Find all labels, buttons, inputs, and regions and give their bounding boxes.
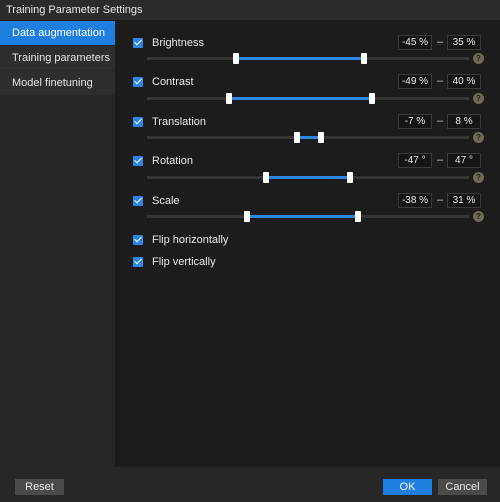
settings-panel: Brightness -45 % – 35 % ? Contrast -49 %…: [115, 21, 500, 467]
range-dash: –: [436, 154, 444, 166]
scale-max-input[interactable]: 31 %: [447, 193, 481, 208]
translation-max-input[interactable]: 8 %: [447, 114, 481, 129]
ok-button[interactable]: OK: [383, 479, 432, 495]
help-icon[interactable]: ?: [473, 172, 484, 183]
sidebar: Data augmentation Training parameters Mo…: [0, 21, 115, 467]
slider-max-handle[interactable]: [347, 172, 354, 183]
contrast-checkbox[interactable]: [133, 77, 143, 87]
brightness-label: Brightness: [152, 37, 204, 49]
rotation-max-input[interactable]: 47 °: [447, 153, 481, 168]
contrast-min-input[interactable]: -49 %: [398, 74, 432, 89]
scale-checkbox[interactable]: [133, 196, 143, 206]
slider-max-handle[interactable]: [354, 211, 361, 222]
contrast-max-input[interactable]: 40 %: [447, 74, 481, 89]
brightness-max-input[interactable]: 35 %: [447, 35, 481, 50]
window-title: Training Parameter Settings: [0, 0, 500, 21]
slider-min-handle[interactable]: [262, 172, 269, 183]
brightness-range-slider[interactable]: [147, 53, 469, 64]
contrast-range-slider[interactable]: [147, 93, 469, 104]
range-dash: –: [436, 75, 444, 87]
sidebar-item-training-parameters[interactable]: Training parameters: [0, 46, 115, 71]
sidebar-item-data-augmentation[interactable]: Data augmentation: [0, 21, 115, 46]
help-icon[interactable]: ?: [473, 53, 484, 64]
flip-horizontally-label: Flip horizontally: [152, 234, 229, 246]
rotation-checkbox[interactable]: [133, 156, 143, 166]
flip-vertically-checkbox[interactable]: [133, 257, 143, 267]
translation-checkbox[interactable]: [133, 117, 143, 127]
scale-label: Scale: [152, 195, 180, 207]
dialog-footer: Reset OK Cancel: [0, 467, 500, 502]
translation-label: Translation: [152, 116, 207, 128]
slider-fill: [229, 97, 373, 100]
sidebar-item-model-finetuning[interactable]: Model finetuning: [0, 71, 115, 96]
brightness-checkbox[interactable]: [133, 38, 143, 48]
range-dash: –: [436, 194, 444, 206]
translation-range-slider[interactable]: [147, 132, 469, 143]
help-icon[interactable]: ?: [473, 132, 484, 143]
scale-min-input[interactable]: -38 %: [398, 193, 432, 208]
range-dash: –: [436, 36, 444, 48]
slider-max-handle[interactable]: [369, 93, 376, 104]
rotation-label: Rotation: [152, 155, 193, 167]
scale-range-slider[interactable]: [147, 211, 469, 222]
slider-min-handle[interactable]: [226, 93, 233, 104]
cancel-button[interactable]: Cancel: [438, 479, 487, 495]
rotation-range-slider[interactable]: [147, 172, 469, 183]
slider-fill: [265, 176, 351, 179]
help-icon[interactable]: ?: [473, 211, 484, 222]
help-icon[interactable]: ?: [473, 93, 484, 104]
flip-horizontally-checkbox[interactable]: [133, 235, 143, 245]
flip-vertically-label: Flip vertically: [152, 256, 216, 268]
slider-min-handle[interactable]: [232, 53, 239, 64]
range-dash: –: [436, 115, 444, 127]
brightness-min-input[interactable]: -45 %: [398, 35, 432, 50]
slider-max-handle[interactable]: [361, 53, 368, 64]
rotation-min-input[interactable]: -47 °: [398, 153, 432, 168]
reset-button[interactable]: Reset: [15, 479, 64, 495]
translation-min-input[interactable]: -7 %: [398, 114, 432, 129]
contrast-label: Contrast: [152, 76, 194, 88]
slider-max-handle[interactable]: [317, 132, 324, 143]
slider-fill: [246, 215, 358, 218]
slider-min-handle[interactable]: [293, 132, 300, 143]
slider-fill: [235, 57, 365, 60]
slider-min-handle[interactable]: [243, 211, 250, 222]
